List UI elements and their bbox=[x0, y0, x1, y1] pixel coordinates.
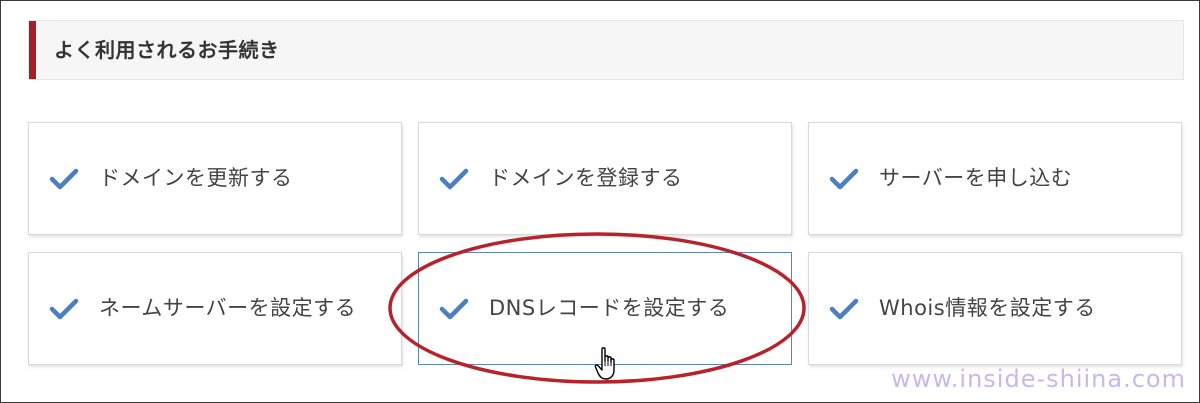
check-icon bbox=[829, 168, 859, 190]
check-icon bbox=[49, 298, 79, 320]
card-apply-server[interactable]: サーバーを申し込む bbox=[808, 122, 1182, 235]
card-label: ドメインを更新する bbox=[99, 166, 293, 190]
card-set-whois[interactable]: Whois情報を設定する bbox=[808, 252, 1182, 365]
check-icon bbox=[829, 298, 859, 320]
watermark: www.inside-shiina.com bbox=[891, 365, 1186, 393]
card-label: ネームサーバーを設定する bbox=[99, 296, 357, 320]
card-register-domain[interactable]: ドメインを登録する bbox=[418, 122, 792, 235]
card-label: サーバーを申し込む bbox=[879, 166, 1073, 190]
section-title: よく利用されるお手続き bbox=[54, 38, 280, 62]
card-renew-domain[interactable]: ドメインを更新する bbox=[28, 122, 402, 235]
check-icon bbox=[49, 168, 79, 190]
card-set-dns-record[interactable]: DNSレコードを設定する bbox=[418, 252, 792, 365]
check-icon bbox=[439, 168, 469, 190]
card-label: DNSレコードを設定する bbox=[489, 296, 730, 320]
card-label: ドメインを登録する bbox=[489, 166, 683, 190]
check-icon bbox=[439, 298, 469, 320]
card-set-nameserver[interactable]: ネームサーバーを設定する bbox=[28, 252, 402, 365]
card-label: Whois情報を設定する bbox=[879, 296, 1096, 320]
section-header: よく利用されるお手続き bbox=[28, 20, 1184, 80]
section-accent-bar bbox=[29, 21, 36, 79]
